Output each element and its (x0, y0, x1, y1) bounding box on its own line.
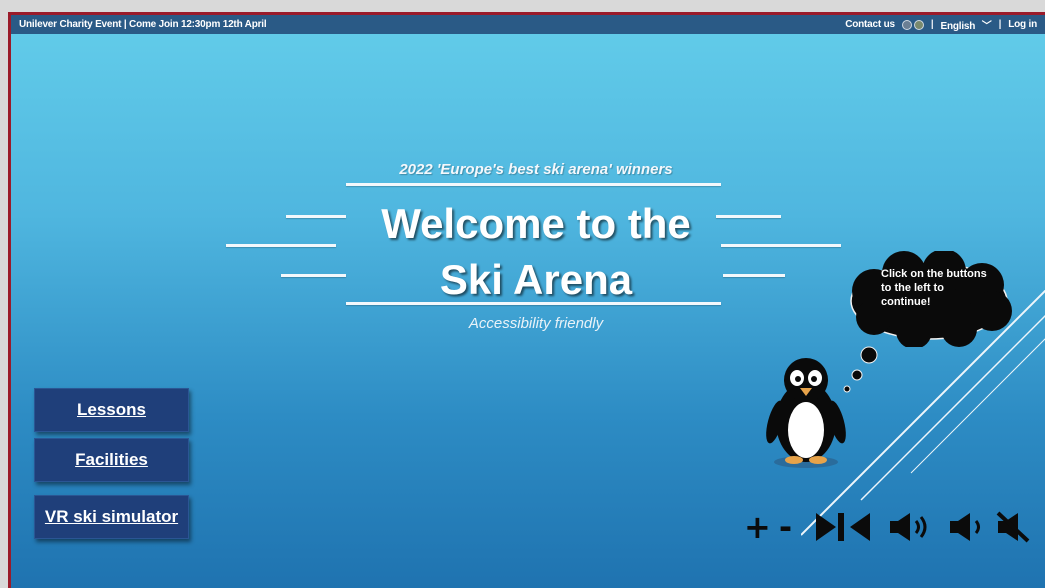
vr-ski-simulator-button[interactable]: VR ski simulator (34, 495, 189, 539)
decor-line (281, 274, 346, 277)
contact-link[interactable]: Contact us (845, 19, 895, 30)
lessons-button[interactable]: Lessons (34, 388, 189, 432)
chevron-down-icon: ﹀ (981, 21, 992, 32)
login-link[interactable]: Log in (1008, 19, 1037, 30)
page-title: Welcome to the Ski Arena (341, 196, 731, 308)
award-tagline: 2022 'Europe's best ski arena' winners (399, 161, 673, 178)
minus-icon[interactable]: - (779, 511, 792, 543)
mute-icon[interactable] (996, 511, 1030, 543)
accessibility-subtitle: Accessibility friendly (468, 315, 604, 332)
decor-line (286, 215, 346, 218)
decor-line (226, 244, 336, 247)
top-bar: Unilever Charity Event | Come Join 12:30… (11, 15, 1045, 34)
plus-icon[interactable]: + (744, 511, 771, 543)
volume-down-icon[interactable] (948, 511, 988, 543)
decor-line (721, 244, 841, 247)
decor-line (723, 274, 785, 277)
decor-line (346, 183, 721, 186)
skip-icon[interactable] (814, 511, 872, 543)
divider: | (998, 19, 1002, 30)
social-icon-1[interactable] (901, 19, 912, 30)
accessibility-controls: + - (744, 507, 1030, 547)
language-label: English (940, 21, 976, 32)
volume-up-icon[interactable] (888, 511, 934, 543)
page-frame: Unilever Charity Event | Come Join 12:30… (8, 12, 1045, 588)
social-icons (901, 19, 924, 30)
title-line-2: Ski Arena (439, 256, 633, 303)
event-banner: Unilever Charity Event | Come Join 12:30… (19, 19, 267, 30)
language-select[interactable]: English ﹀ (940, 17, 991, 32)
facilities-button[interactable]: Facilities (34, 438, 189, 482)
divider: | (930, 19, 934, 30)
social-icon-2[interactable] (913, 19, 924, 30)
penguin-mascot-icon (766, 358, 846, 468)
bubble-text: Click on the buttons to the left to cont… (881, 268, 987, 308)
top-bar-actions: Contact us | English ﹀ | Log in (845, 17, 1037, 32)
title-line-1: Welcome to the (381, 200, 691, 247)
